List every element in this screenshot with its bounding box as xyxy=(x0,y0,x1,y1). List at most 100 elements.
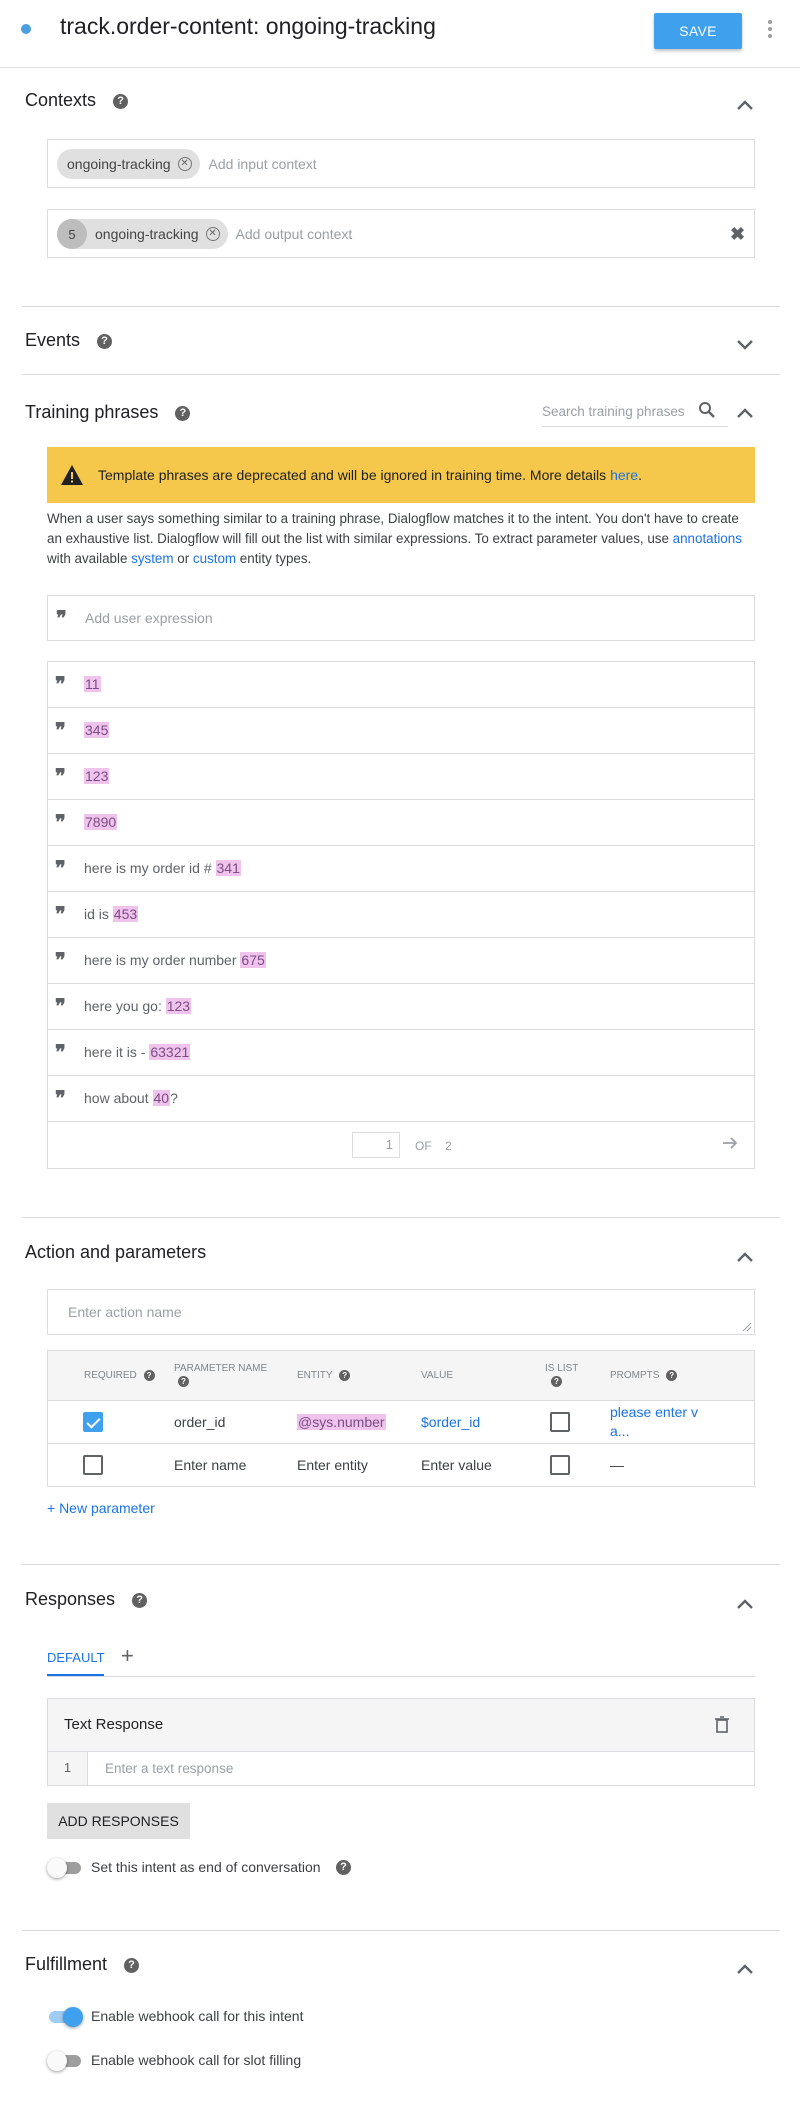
training-phrases-help-icon[interactable]: ? xyxy=(175,405,191,421)
annotated-parameter[interactable]: 63321 xyxy=(149,1044,191,1060)
training-phrase-row[interactable]: ❞ 345 xyxy=(47,708,755,754)
parameter-entity-cell[interactable]: @sys.number xyxy=(297,1414,386,1430)
page-number-input[interactable]: 1 xyxy=(352,1132,400,1158)
annotated-parameter[interactable]: 123 xyxy=(165,998,192,1014)
training-collapse-chevron-up-icon[interactable] xyxy=(736,407,753,421)
fulfillment-help-icon[interactable]: ? xyxy=(124,1957,140,1973)
end-conversation-help-icon[interactable]: ? xyxy=(336,1860,351,1875)
clear-output-contexts-icon[interactable]: ✖ xyxy=(730,224,745,245)
parameter-name-cell[interactable]: order_id xyxy=(174,1414,225,1430)
quote-icon: ❞ xyxy=(55,764,66,788)
annotated-parameter[interactable]: 341 xyxy=(215,860,241,876)
more-options-icon[interactable] xyxy=(764,16,776,42)
fulfillment-title: Fulfillment xyxy=(25,1954,108,1974)
search-input[interactable]: Search training phrases xyxy=(542,404,685,419)
user-expression-input[interactable]: Add user expression xyxy=(85,610,213,626)
training-phrase-row[interactable]: ❞ 11 xyxy=(47,662,755,708)
intent-title: track.order-content: ongoing-tracking xyxy=(60,13,436,39)
annotated-parameter[interactable]: 11 xyxy=(84,676,101,692)
output-context-chip[interactable]: 5 ongoing-tracking ✕ xyxy=(57,219,228,249)
training-phrase-row[interactable]: ❞ here is my order number 675 xyxy=(47,938,755,984)
slot-filling-webhook-toggle[interactable] xyxy=(47,2051,83,2071)
training-phrase-row[interactable]: ❞ here is my order id # 341 xyxy=(47,846,755,892)
action-collapse-chevron-up-icon[interactable] xyxy=(736,1251,753,1265)
save-button[interactable]: SAVE xyxy=(654,13,742,49)
parameter-name-help-icon[interactable]: ? xyxy=(178,1375,189,1387)
entity-help-icon[interactable]: ? xyxy=(339,1369,351,1381)
training-phrase-row[interactable]: ❞ 7890 xyxy=(47,800,755,846)
tabs-divider xyxy=(47,1676,755,1677)
action-name-input[interactable]: Enter action name xyxy=(68,1304,182,1320)
warning-details-link[interactable]: here xyxy=(610,467,638,483)
fulfillment-collapse-chevron-up-icon[interactable] xyxy=(736,1963,753,1977)
responses-collapse-chevron-up-icon[interactable] xyxy=(736,1598,753,1612)
delete-trash-icon[interactable] xyxy=(715,1716,729,1733)
annotated-parameter[interactable]: 123 xyxy=(84,768,110,784)
tab-default[interactable]: DEFAULT xyxy=(47,1650,105,1665)
next-page-arrow-icon[interactable] xyxy=(722,1136,738,1150)
is-list-checkbox[interactable] xyxy=(550,1455,570,1475)
remove-chip-icon[interactable]: ✕ xyxy=(177,157,192,171)
training-phrase-text[interactable]: 345 xyxy=(84,722,110,738)
training-phrase-row[interactable]: ❞ id is 453 xyxy=(47,892,755,938)
annotated-parameter[interactable]: 453 xyxy=(112,906,139,922)
search-icon[interactable] xyxy=(698,401,716,419)
input-context-chip-label: ongoing-tracking xyxy=(67,156,171,172)
add-responses-button[interactable]: ADD RESPONSES xyxy=(47,1803,190,1839)
required-checkbox[interactable] xyxy=(83,1455,103,1475)
events-expand-chevron-down-icon[interactable] xyxy=(736,338,753,352)
output-context-chip-label: ongoing-tracking xyxy=(95,226,199,242)
is-list-help-icon[interactable]: ? xyxy=(551,1375,562,1387)
training-phrase-row[interactable]: ❞ here it is - 63321 xyxy=(47,1030,755,1076)
input-context-field[interactable]: ongoing-tracking ✕ Add input context xyxy=(47,139,755,188)
is-list-checkbox[interactable] xyxy=(550,1412,570,1432)
training-phrase-row[interactable]: ❞ 123 xyxy=(47,754,755,800)
resize-handle-icon[interactable] xyxy=(742,1322,752,1332)
required-help-icon[interactable]: ? xyxy=(143,1369,155,1381)
parameter-entity-input[interactable]: Enter entity xyxy=(297,1457,368,1473)
contexts-collapse-chevron-up-icon[interactable] xyxy=(736,99,753,113)
parameter-name-input[interactable]: Enter name xyxy=(174,1457,246,1473)
quote-icon: ❞ xyxy=(56,606,67,630)
input-context-chip[interactable]: ongoing-tracking ✕ xyxy=(57,149,200,179)
training-phrase-text[interactable]: here is my order number 675 xyxy=(84,952,266,968)
training-phrase-text[interactable]: 7890 xyxy=(84,814,118,830)
text-response-input[interactable]: Enter a text response xyxy=(105,1761,233,1776)
add-user-expression-field[interactable]: ❞ Add user expression xyxy=(47,595,755,641)
training-phrase-text[interactable]: 123 xyxy=(84,768,110,784)
system-entities-link[interactable]: system xyxy=(131,551,173,566)
training-phrases-search[interactable]: Search training phrases xyxy=(542,399,728,427)
parameter-prompts-cell[interactable]: please enter v a... xyxy=(610,1403,698,1441)
end-conversation-toggle[interactable] xyxy=(47,1858,83,1878)
annotated-parameter[interactable]: 675 xyxy=(240,952,266,968)
events-help-icon[interactable]: ? xyxy=(97,333,113,349)
training-phrase-text[interactable]: here is my order id # 341 xyxy=(84,860,241,876)
required-checkbox[interactable] xyxy=(83,1412,103,1432)
parameter-value-cell[interactable]: $order_id xyxy=(421,1414,480,1430)
remove-chip-icon[interactable]: ✕ xyxy=(205,227,220,241)
quote-icon: ❞ xyxy=(55,856,66,880)
context-lifespan-badge[interactable]: 5 xyxy=(57,219,87,249)
parameter-value-input[interactable]: Enter value xyxy=(421,1457,492,1473)
training-phrase-text[interactable]: how about 40? xyxy=(84,1090,178,1106)
custom-entities-link[interactable]: custom xyxy=(193,551,236,566)
new-parameter-link[interactable]: + New parameter xyxy=(47,1500,155,1516)
annotated-parameter[interactable]: 345 xyxy=(84,722,110,738)
output-context-field[interactable]: 5 ongoing-tracking ✕ Add output context … xyxy=(47,209,755,258)
training-phrase-row[interactable]: ❞ here you go: 123 xyxy=(47,984,755,1030)
action-name-field[interactable]: Enter action name xyxy=(47,1289,755,1335)
contexts-help-icon[interactable]: ? xyxy=(113,93,129,109)
training-phrase-text[interactable]: 11 xyxy=(84,676,101,692)
add-language-tab-icon[interactable]: + xyxy=(121,1643,134,1669)
annotated-parameter[interactable]: 40 xyxy=(152,1090,171,1106)
webhook-toggle[interactable] xyxy=(47,2007,83,2027)
annotated-parameter[interactable]: 7890 xyxy=(84,814,118,830)
training-phrase-text[interactable]: id is 453 xyxy=(84,906,139,922)
prompts-help-icon[interactable]: ? xyxy=(666,1369,678,1381)
status-dot-icon xyxy=(21,24,31,34)
responses-help-icon[interactable]: ? xyxy=(132,1592,148,1608)
training-phrase-row[interactable]: ❞ how about 40? xyxy=(47,1076,755,1122)
annotations-link[interactable]: annotations xyxy=(673,531,742,546)
training-phrase-text[interactable]: here it is - 63321 xyxy=(84,1044,191,1060)
training-phrase-text[interactable]: here you go: 123 xyxy=(84,998,192,1014)
